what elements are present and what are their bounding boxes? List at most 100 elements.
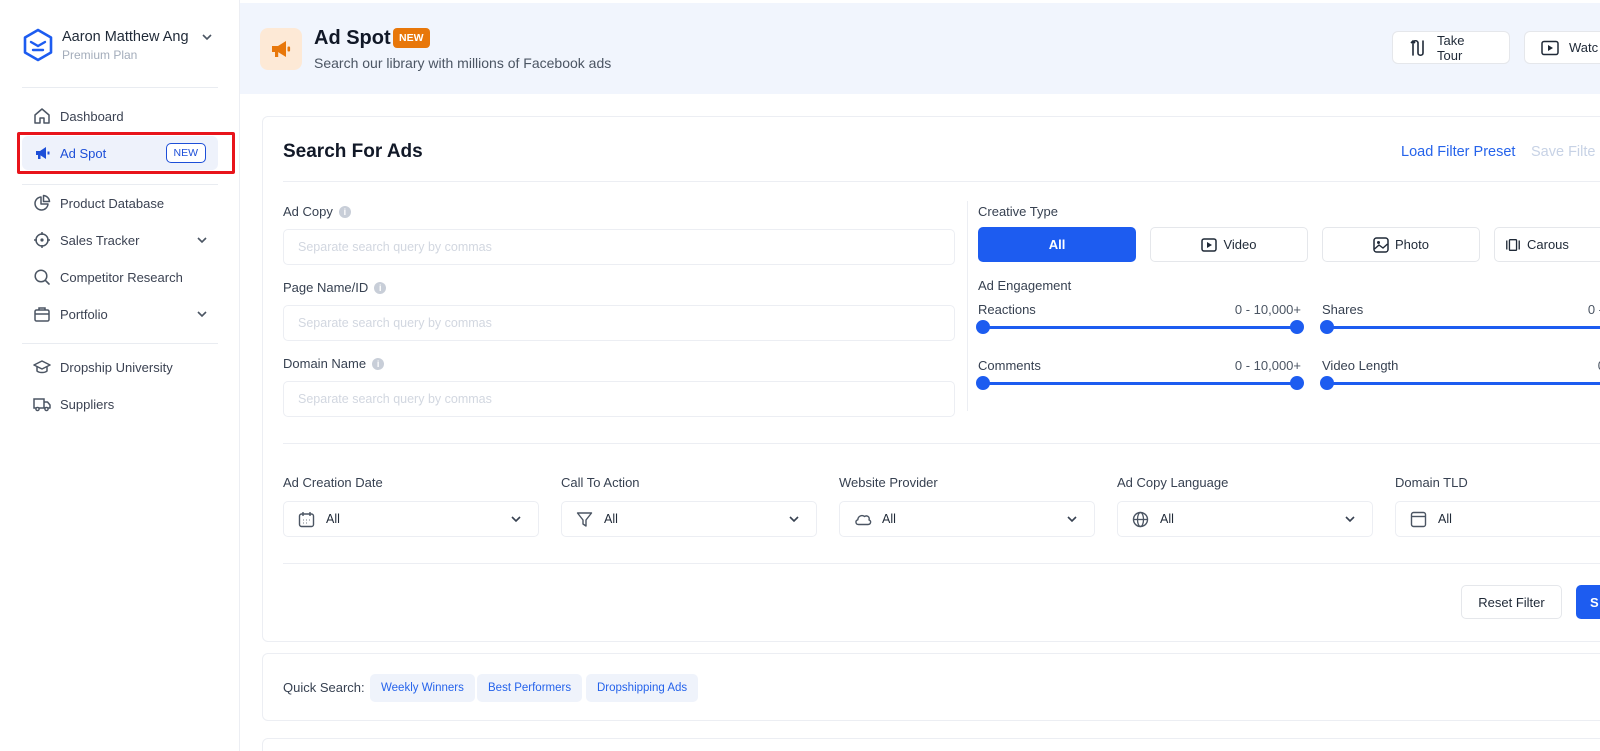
sidebar-item-ad-spot[interactable]: Ad Spot NEW xyxy=(22,136,218,170)
divider xyxy=(283,443,1600,444)
page-header: Ad Spot NEW Search our library with mill… xyxy=(240,3,1600,94)
results-toolbar xyxy=(262,738,1600,751)
reactions-slider-track[interactable] xyxy=(983,326,1298,329)
sidebar-item-label: Competitor Research xyxy=(60,269,183,285)
domain-name-input[interactable] xyxy=(283,381,955,417)
call-to-action-value: All xyxy=(604,512,618,526)
home-icon xyxy=(32,106,52,126)
ad-copy-input[interactable] xyxy=(283,229,955,265)
ad-engagement-label: Ad Engagement xyxy=(978,278,1072,293)
domain-tld-value: All xyxy=(1438,512,1452,526)
website-provider-label: Website Provider xyxy=(839,475,938,490)
comments-label: Comments xyxy=(978,358,1041,373)
truck-icon xyxy=(32,394,52,414)
creative-type-label: Creative Type xyxy=(978,204,1058,219)
chevron-down-icon xyxy=(789,516,799,523)
crosshair-icon xyxy=(32,230,52,250)
page-title: Ad Spot xyxy=(314,27,391,49)
page-name-input[interactable] xyxy=(283,305,955,341)
domain-name-label: Domain Name i xyxy=(283,356,385,371)
sidebar-item-sales-tracker[interactable]: Sales Tracker xyxy=(22,223,218,257)
ad-creation-date-label: Ad Creation Date xyxy=(283,475,383,490)
ad-copy-language-label: Ad Copy Language xyxy=(1117,475,1229,490)
creative-type-all-label: All xyxy=(1048,237,1066,252)
watch-video-button[interactable]: Watc xyxy=(1524,31,1600,64)
ad-copy-language-select[interactable]: All xyxy=(1117,501,1373,537)
sidebar-item-portfolio[interactable]: Portfolio xyxy=(22,297,218,331)
quick-search-chip-best-performers[interactable]: Best Performers xyxy=(477,674,583,702)
calendar-icon xyxy=(298,510,316,528)
megaphone-icon xyxy=(260,28,302,70)
call-to-action-select[interactable]: All xyxy=(561,501,817,537)
divider xyxy=(283,563,1600,564)
briefcase-icon xyxy=(32,304,52,324)
sidebar-item-dropship-university[interactable]: Dropship University xyxy=(22,350,218,384)
page-name-label-text: Page Name/ID xyxy=(283,280,369,295)
image-icon xyxy=(1373,236,1389,253)
shares-min-handle[interactable] xyxy=(1320,320,1334,334)
take-tour-button[interactable]: Take Tour xyxy=(1392,31,1510,64)
creative-type-video[interactable]: Video xyxy=(1150,227,1308,262)
chevron-down-icon xyxy=(1067,516,1077,523)
sidebar-divider xyxy=(22,184,218,185)
info-icon: i xyxy=(374,281,387,294)
load-filter-preset-link[interactable]: Load Filter Preset xyxy=(1401,144,1515,160)
sidebar-item-product-database[interactable]: Product Database xyxy=(22,186,218,220)
sidebar-item-competitor-research[interactable]: Competitor Research xyxy=(22,260,218,294)
sidebar-divider xyxy=(22,87,218,88)
quick-search-chip-dropshipping-ads[interactable]: Dropshipping Ads xyxy=(586,674,699,702)
page-subtitle: Search our library with millions of Face… xyxy=(314,55,612,71)
comments-min-handle[interactable] xyxy=(976,376,990,390)
reactions-min-handle[interactable] xyxy=(976,320,990,334)
watch-label: Watc xyxy=(1569,40,1599,55)
profile-menu[interactable]: Aaron Matthew Ang Premium Plan xyxy=(22,26,222,66)
reactions-max-handle[interactable] xyxy=(1290,320,1304,334)
graduation-cap-icon xyxy=(32,357,52,377)
reactions-value: 0 - 10,000+ xyxy=(1234,302,1301,317)
globe-icon xyxy=(1132,510,1150,528)
video-length-slider-track[interactable] xyxy=(1327,382,1600,385)
creative-type-photo[interactable]: Photo xyxy=(1322,227,1480,262)
user-name: Aaron Matthew Ang xyxy=(62,29,189,45)
website-provider-value: All xyxy=(882,512,896,526)
comments-max-handle[interactable] xyxy=(1290,376,1304,390)
divider xyxy=(283,181,1600,182)
comments-value: 0 - 10,000+ xyxy=(1234,358,1301,373)
sidebar-item-dashboard[interactable]: Dashboard xyxy=(22,99,218,133)
sidebar-item-label: Ad Spot xyxy=(60,145,107,161)
video-icon xyxy=(1201,237,1218,253)
cloud-icon xyxy=(854,510,872,528)
quick-search-chip-weekly-winners[interactable]: Weekly Winners xyxy=(370,674,475,702)
save-filter-link[interactable]: Save Filte xyxy=(1531,144,1595,160)
reset-filter-button[interactable]: Reset Filter xyxy=(1461,585,1562,619)
column-divider xyxy=(967,201,968,411)
app-window: Aaron Matthew Ang Premium Plan Dashboard… xyxy=(0,0,1600,751)
sidebar-item-label: Dashboard xyxy=(60,108,124,124)
creative-type-photo-label: Photo xyxy=(1395,237,1429,252)
info-icon: i xyxy=(338,205,351,218)
comments-slider-track[interactable] xyxy=(983,382,1298,385)
route-icon xyxy=(1409,39,1427,57)
video-length-label: Video Length xyxy=(1322,358,1399,373)
quick-search-bar: Quick Search: Weekly Winners Best Perfor… xyxy=(262,653,1600,721)
search-button[interactable]: S xyxy=(1576,585,1600,619)
website-provider-select[interactable]: All xyxy=(839,501,1095,537)
ad-creation-date-select[interactable]: All xyxy=(283,501,539,537)
domain-tld-select[interactable]: All xyxy=(1395,501,1600,537)
shares-slider-track[interactable] xyxy=(1327,326,1600,329)
ad-copy-language-value: All xyxy=(1160,512,1174,526)
sidebar-item-suppliers[interactable]: Suppliers xyxy=(22,387,218,421)
video-length-min-handle[interactable] xyxy=(1320,376,1334,390)
pie-chart-icon xyxy=(32,193,52,213)
sidebar-item-label: Dropship University xyxy=(60,359,173,375)
sidebar-item-label: Suppliers xyxy=(60,396,115,412)
creative-type-carousel-label: Carous xyxy=(1527,237,1569,252)
search-icon xyxy=(32,267,52,287)
creative-type-all[interactable]: All xyxy=(978,227,1136,262)
creative-type-carousel[interactable]: Carous xyxy=(1494,227,1600,262)
ad-creation-date-value: All xyxy=(326,512,340,526)
shares-value: 0 - xyxy=(1587,302,1600,317)
chevron-down-icon xyxy=(197,237,207,244)
sidebar-item-label: Portfolio xyxy=(60,306,108,322)
reactions-label: Reactions xyxy=(978,302,1036,317)
